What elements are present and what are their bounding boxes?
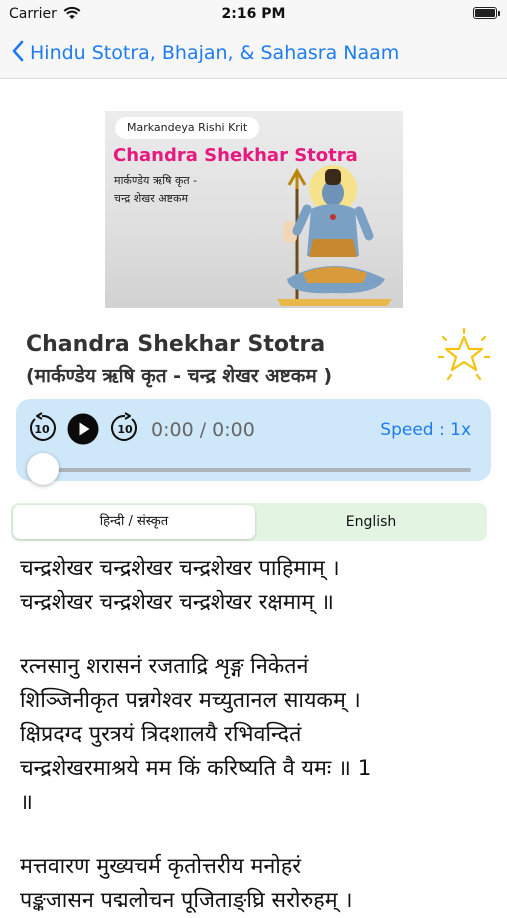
shiva-illustration <box>277 165 392 306</box>
verse-line: ॥ <box>20 790 33 815</box>
verse-line: शिञ्जिनीकृत पन्नगेश्वर मच्युतानल सायकम् … <box>20 688 361 713</box>
verse-line: मत्तवारण मुख्यचर्म कृतोत्तरीय मनोहरं <box>20 854 302 879</box>
verse-line: चन्द्रशेखर चन्द्रशेखर चन्द्रशेखर रक्षमाम… <box>20 590 334 615</box>
language-segmented-control: हिन्दी / संस्कृत English <box>11 503 487 541</box>
rewind-seconds-label: 10 <box>34 423 50 436</box>
segment-english[interactable]: English <box>257 505 485 539</box>
verse-line: क्षिप्रदग्द पुरत्रयं त्रिदशालयै रभिवन्दि… <box>20 722 302 747</box>
page-subtitle: (मार्कण्डेय ऋषि कृत - चन्द्र शेखर अष्टकम… <box>26 365 332 387</box>
speed-button[interactable]: Speed : 1x <box>380 420 471 440</box>
verse-line: पङ्कजासन पद्मलोचन पूजिताङ्घ्रि सरोरुहम् … <box>20 888 353 913</box>
favorite-star-icon[interactable] <box>436 327 492 389</box>
page-title: Chandra Shekhar Stotra <box>26 332 326 357</box>
chevron-left-icon <box>12 40 24 66</box>
banner-subtitle-line1: मार्कण्डेय ऋषि कृत - <box>114 174 198 187</box>
status-time: 2:16 PM <box>221 6 286 22</box>
playback-slider-track[interactable] <box>42 468 471 472</box>
back-button[interactable]: Hindu Stotra, Bhajan, & Sahasra Naam <box>12 40 399 66</box>
play-button[interactable] <box>67 413 99 449</box>
verse-line: चन्द्रशेखरमाश्रये मम किं करिष्यति वै यमः… <box>20 756 372 781</box>
banner-subtitle-line2: चन्द्र शेखर अष्टकम <box>114 192 189 205</box>
rewind-10-icon[interactable]: 10 <box>26 412 58 448</box>
battery-icon <box>473 7 500 19</box>
status-bar: Carrier 2:16 PM <box>0 0 507 30</box>
verse-line: चन्द्रशेखर चन्द्रशेखर चन्द्रशेखर पाहिमाम… <box>20 556 340 581</box>
forward-seconds-label: 10 <box>117 423 133 436</box>
segment-hindi-sanskrit[interactable]: हिन्दी / संस्कृत <box>13 505 255 539</box>
playback-slider-thumb[interactable] <box>27 453 59 485</box>
battery-level-fill <box>475 9 495 17</box>
stotra-text: चन्द्रशेखर चन्द्रशेखर चन्द्रशेखर पाहिमाम… <box>20 552 490 918</box>
stotra-banner-image: Markandeya Rishi Krit Chandra Shekhar St… <box>105 111 403 308</box>
back-button-label: Hindu Stotra, Bhajan, & Sahasra Naam <box>30 42 400 64</box>
forward-10-icon[interactable]: 10 <box>109 412 141 448</box>
audio-player: 10 10 0:00 / 0:00 Speed : 1x <box>16 399 491 485</box>
verse-line: रत्नसानु शरासनं रजताद्रि शृङ्ग निकेतनं <box>20 654 309 679</box>
navigation-bar: Hindu Stotra, Bhajan, & Sahasra Naam <box>0 30 507 79</box>
banner-author-pill: Markandeya Rishi Krit <box>115 117 260 139</box>
playback-time: 0:00 / 0:00 <box>151 419 255 441</box>
